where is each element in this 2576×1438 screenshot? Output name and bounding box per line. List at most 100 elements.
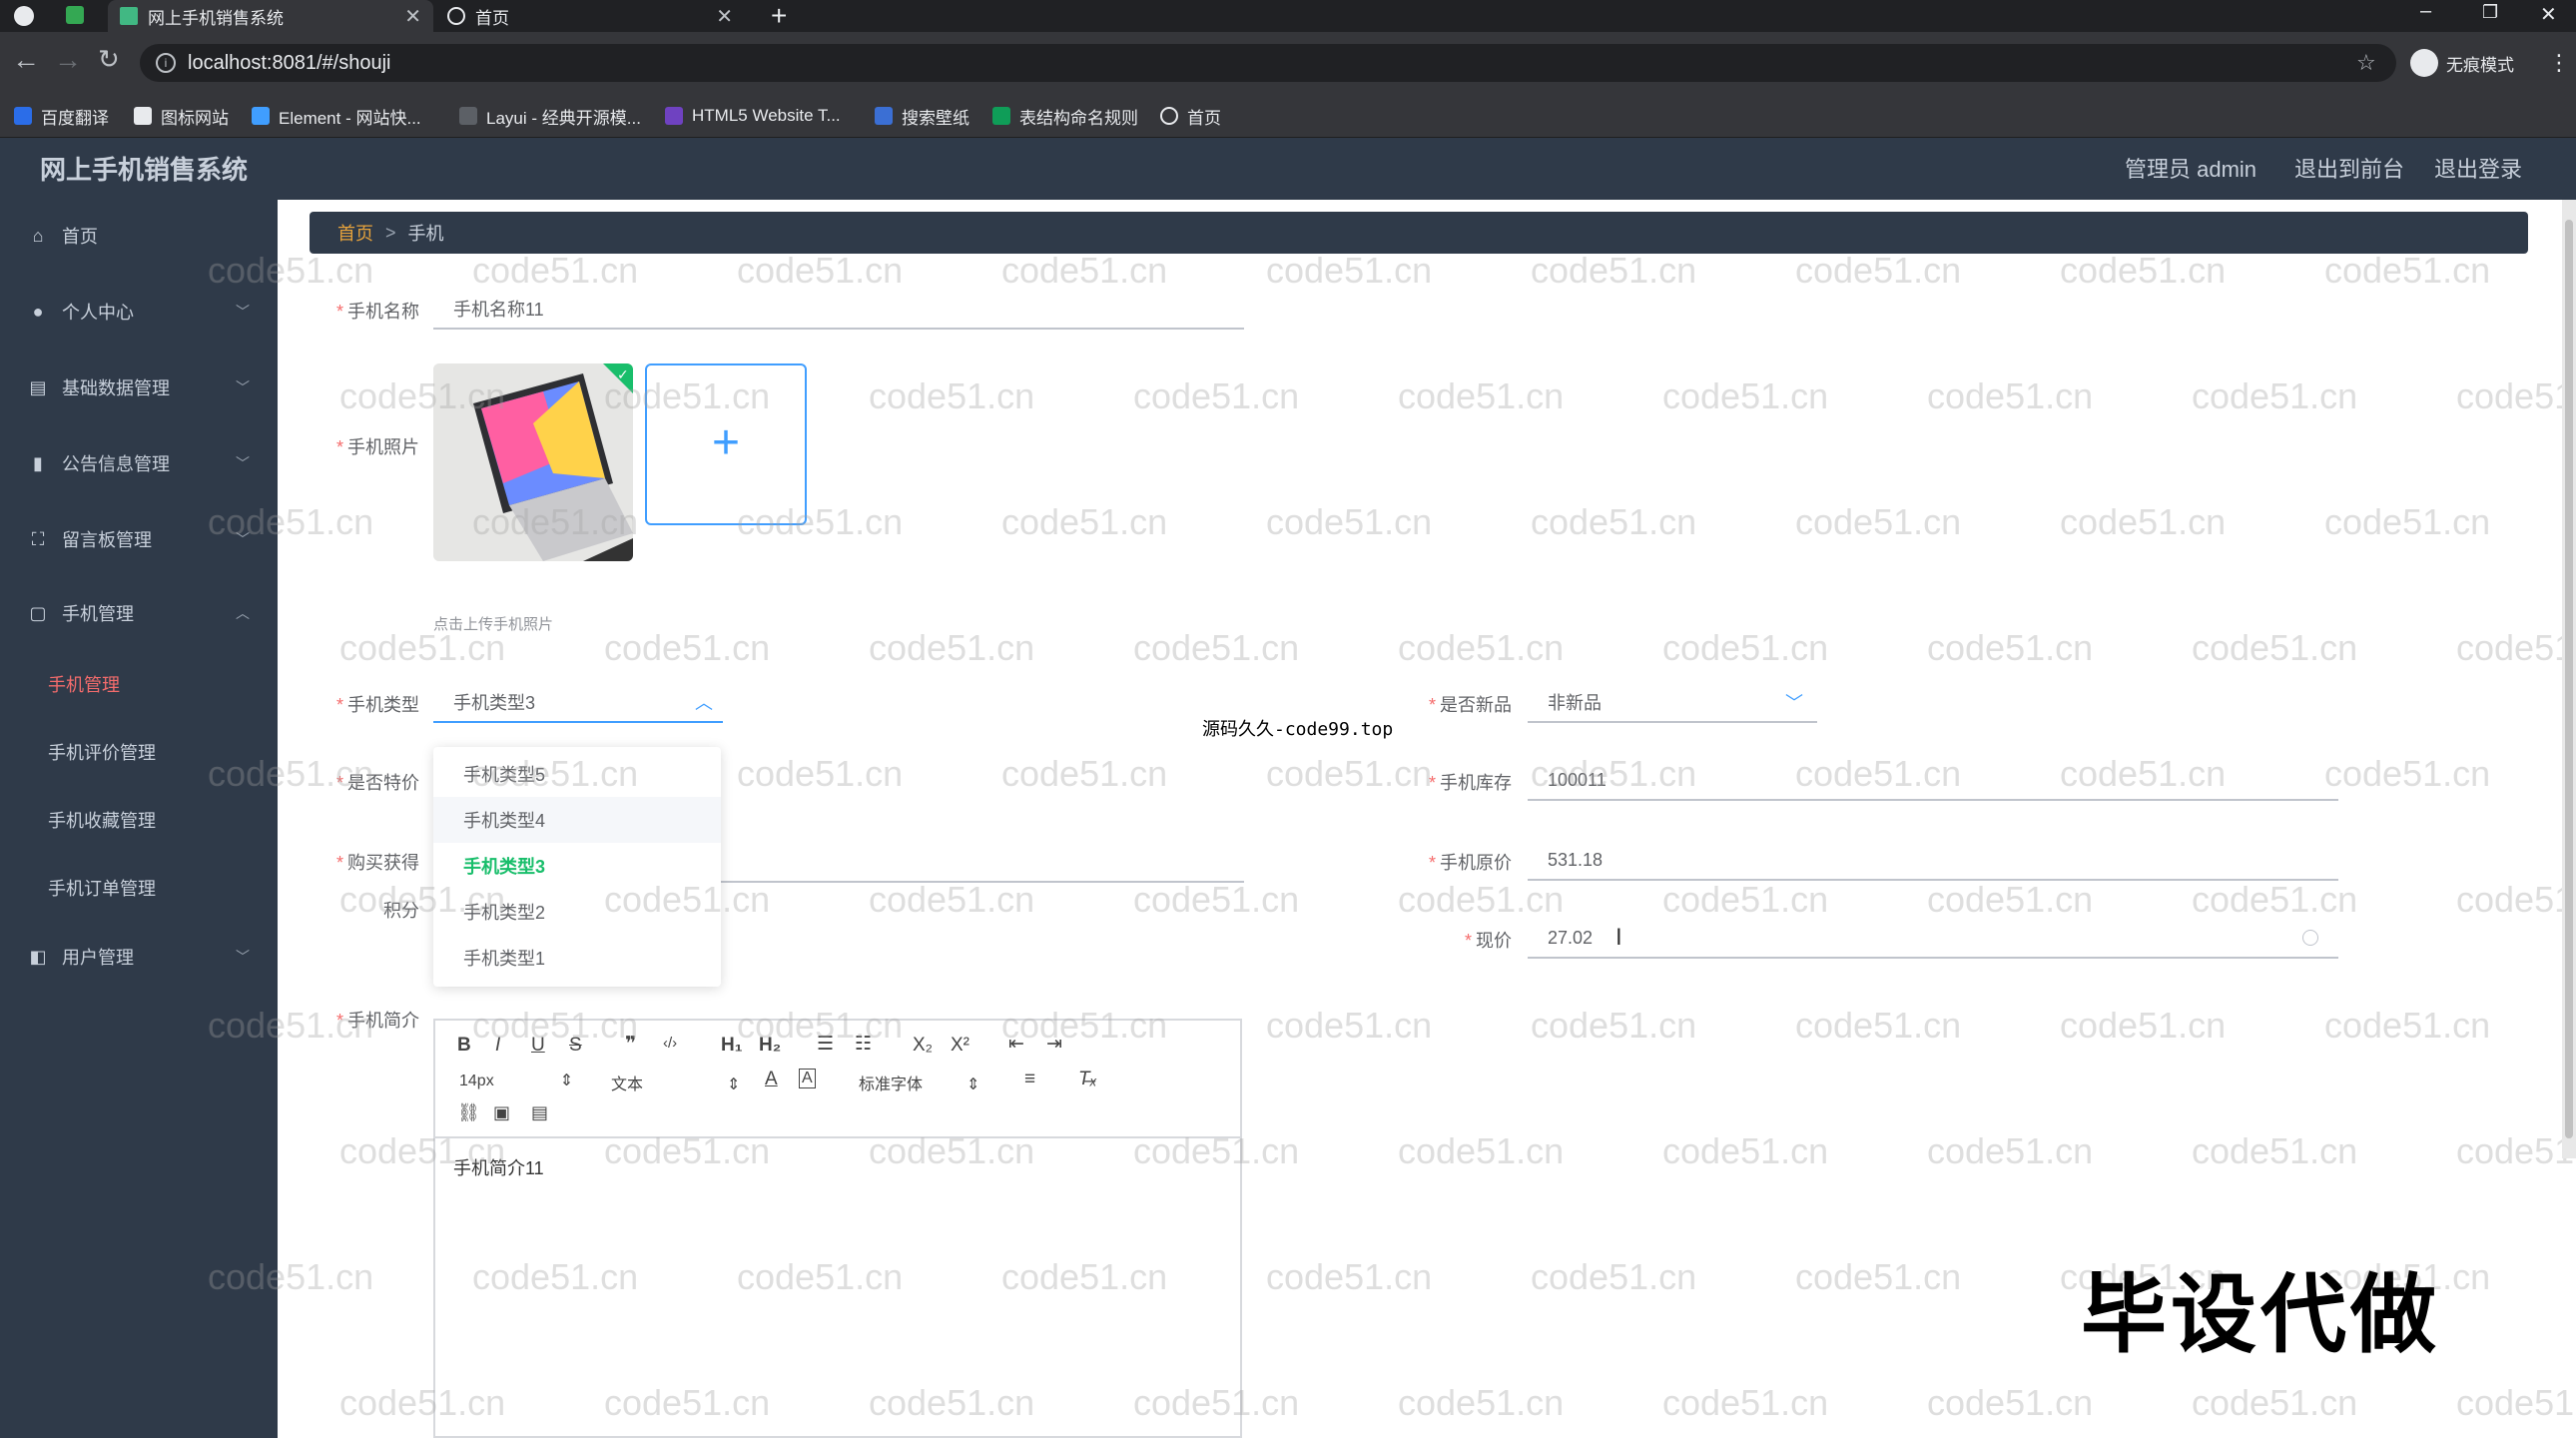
- font-family-select[interactable]: 标准字体 ⇕: [859, 1071, 979, 1094]
- points-label: * 购买获得: [335, 853, 419, 873]
- sidebar-item-label: 用户管理: [62, 948, 134, 968]
- back-icon[interactable]: ←: [12, 44, 40, 76]
- sidebar-subitem-favorites[interactable]: 手机收藏管理: [48, 807, 156, 833]
- sidebar-item-profile[interactable]: ● 个人中心 ﹀: [0, 288, 278, 336]
- editor-toolbar: B I U S ❞ ‹/› H₁ H₂ ☰ ☷ X₂ X² ⇤ ⇥ 14px ⇕ …: [435, 1021, 1240, 1138]
- sidebar-subitem-reviews[interactable]: 手机评价管理: [48, 739, 156, 765]
- type-value: 手机类型3: [453, 693, 536, 713]
- align-icon[interactable]: ≡: [1024, 1069, 1035, 1090]
- scrollbar-thumb[interactable]: [2565, 220, 2573, 1138]
- close-icon[interactable]: ✕: [404, 4, 421, 29]
- h1-icon[interactable]: H₁: [721, 1035, 743, 1057]
- bold-icon[interactable]: B: [457, 1035, 471, 1057]
- admin-label: 管理员 admin: [2125, 157, 2257, 182]
- h2-icon[interactable]: H₂: [759, 1035, 781, 1057]
- breadcrumb-home[interactable]: 首页: [337, 220, 373, 246]
- intro-label: * 手机简介: [335, 1011, 419, 1031]
- logout-link[interactable]: 退出登录: [2434, 152, 2522, 184]
- background-color-icon[interactable]: A: [799, 1069, 816, 1088]
- dropdown-option-selected[interactable]: 手机类型3: [433, 843, 721, 889]
- photo-label: * 手机照片: [335, 437, 419, 457]
- tab-home[interactable]: 首页 ✕: [435, 0, 745, 32]
- clear-format-icon[interactable]: T̶ₓ: [1078, 1069, 1097, 1090]
- incognito-badge[interactable]: 无痕模式: [2410, 46, 2514, 80]
- sidebar-item-label: 首页: [62, 227, 98, 247]
- indent-icon[interactable]: ⇥: [1046, 1033, 1062, 1056]
- dropdown-option[interactable]: 手机类型2: [433, 889, 721, 935]
- user-icon: ●: [32, 302, 44, 322]
- more-icon[interactable]: ⋮: [2548, 50, 2570, 76]
- home-icon: ⌂: [32, 226, 44, 246]
- sidebar-item-home[interactable]: ⌂ 首页: [0, 212, 278, 260]
- stock-input[interactable]: 100011: [1528, 761, 2338, 801]
- scrollbar[interactable]: [2562, 200, 2576, 1158]
- reload-icon[interactable]: ↻: [98, 44, 120, 75]
- star-icon[interactable]: ☆: [2356, 50, 2376, 76]
- new-select[interactable]: 非新品 ﹀: [1528, 683, 1817, 723]
- font-size-select[interactable]: 14px ⇕: [459, 1071, 573, 1090]
- chevron-down-icon: ﹀: [236, 949, 250, 965]
- subscript-icon[interactable]: X₂: [913, 1035, 933, 1057]
- stamp-text: 毕设代做: [2081, 1267, 2440, 1363]
- sidebar-item-label: 个人中心: [62, 303, 134, 323]
- dropdown-option[interactable]: 手机类型4: [433, 797, 721, 843]
- type-select[interactable]: 手机类型3 ︿: [433, 683, 723, 723]
- quote-icon[interactable]: ❞: [625, 1033, 636, 1056]
- special-label: * 是否特价: [335, 773, 419, 793]
- orig-price-input[interactable]: 531.18: [1528, 841, 2338, 881]
- close-icon[interactable]: ✕: [716, 4, 733, 29]
- info-icon[interactable]: i: [156, 53, 176, 73]
- video-icon[interactable]: ▤: [531, 1102, 548, 1123]
- sidebar-item-notices[interactable]: ▮ 公告信息管理 ﹀: [0, 439, 278, 487]
- bookmark-item[interactable]: Element - 网站快...: [252, 102, 421, 130]
- editor-content[interactable]: 手机简介11: [453, 1154, 544, 1180]
- superscript-icon[interactable]: X²: [951, 1035, 969, 1057]
- to-front-link[interactable]: 退出到前台: [2294, 152, 2404, 184]
- block-type-select[interactable]: 文本 ⇕: [611, 1071, 740, 1094]
- strike-icon[interactable]: S: [569, 1035, 582, 1057]
- image-icon[interactable]: ▣: [493, 1102, 510, 1123]
- sidebar-subitem-orders[interactable]: 手机订单管理: [48, 875, 156, 901]
- dropdown-option[interactable]: 手机类型5: [433, 751, 721, 797]
- browser-menu-icon[interactable]: [14, 6, 34, 26]
- layui-icon: [459, 107, 477, 125]
- bookmark-item[interactable]: 搜索壁纸: [875, 102, 969, 130]
- ordered-list-icon[interactable]: ☰: [817, 1033, 834, 1056]
- sidebar-subitem-phone-manage[interactable]: 手机管理: [48, 671, 120, 697]
- sidebar-item-users[interactable]: ◧ 用户管理 ﹀: [0, 933, 278, 981]
- url-input[interactable]: i localhost:8081/#/shouji ☆: [140, 44, 2396, 82]
- tab-app[interactable]: 网上手机销售系统 ✕: [108, 0, 433, 32]
- upload-button[interactable]: +: [645, 363, 807, 525]
- tab-group-icon[interactable]: [66, 6, 84, 24]
- outdent-icon[interactable]: ⇤: [1008, 1033, 1024, 1056]
- italic-icon[interactable]: I: [495, 1035, 500, 1057]
- font-family-value: 标准字体: [859, 1077, 924, 1093]
- price-input[interactable]: 27.02 I: [1528, 919, 2338, 959]
- uploaded-photo[interactable]: ✓: [433, 363, 633, 561]
- bookmark-item[interactable]: HTML5 Website T...: [665, 102, 841, 130]
- bookmark-item[interactable]: 表结构命名规则: [992, 102, 1138, 130]
- clear-icon[interactable]: [2302, 930, 2318, 946]
- restore-icon[interactable]: ❐: [2482, 2, 2498, 23]
- dropdown-option[interactable]: 手机类型1: [433, 935, 721, 981]
- upload-tip: 点击上传手机照片: [433, 616, 554, 633]
- forward-icon[interactable]: →: [54, 44, 82, 76]
- sidebar-item-phones[interactable]: ▢ 手机管理 ︿: [0, 589, 278, 637]
- bookmark-item[interactable]: Layui - 经典开源模...: [459, 102, 641, 130]
- new-tab-icon[interactable]: +: [771, 0, 787, 32]
- sidebar-item-basic-data[interactable]: ▤ 基础数据管理 ﹀: [0, 363, 278, 411]
- link-icon[interactable]: ⛓: [457, 1102, 480, 1123]
- underline-icon[interactable]: U: [531, 1035, 545, 1057]
- bookmark-item[interactable]: 百度翻译: [14, 102, 109, 130]
- code-icon[interactable]: ‹/›: [663, 1035, 677, 1052]
- stock-value: 100011: [1548, 769, 1607, 790]
- bookmark-item[interactable]: 首页: [1160, 102, 1221, 130]
- font-color-icon[interactable]: A: [765, 1069, 778, 1090]
- select-arrows-icon: ⇕: [966, 1077, 980, 1093]
- bookmark-item[interactable]: 图标网站: [134, 102, 229, 130]
- sidebar-item-messages[interactable]: ⛶ 留言板管理 ﹀: [0, 515, 278, 563]
- bullet-list-icon[interactable]: ☷: [855, 1033, 872, 1056]
- window-close-icon[interactable]: ✕: [2540, 2, 2557, 27]
- name-input[interactable]: 手机名称11: [433, 290, 1244, 330]
- minimize-icon[interactable]: –: [2420, 0, 2431, 23]
